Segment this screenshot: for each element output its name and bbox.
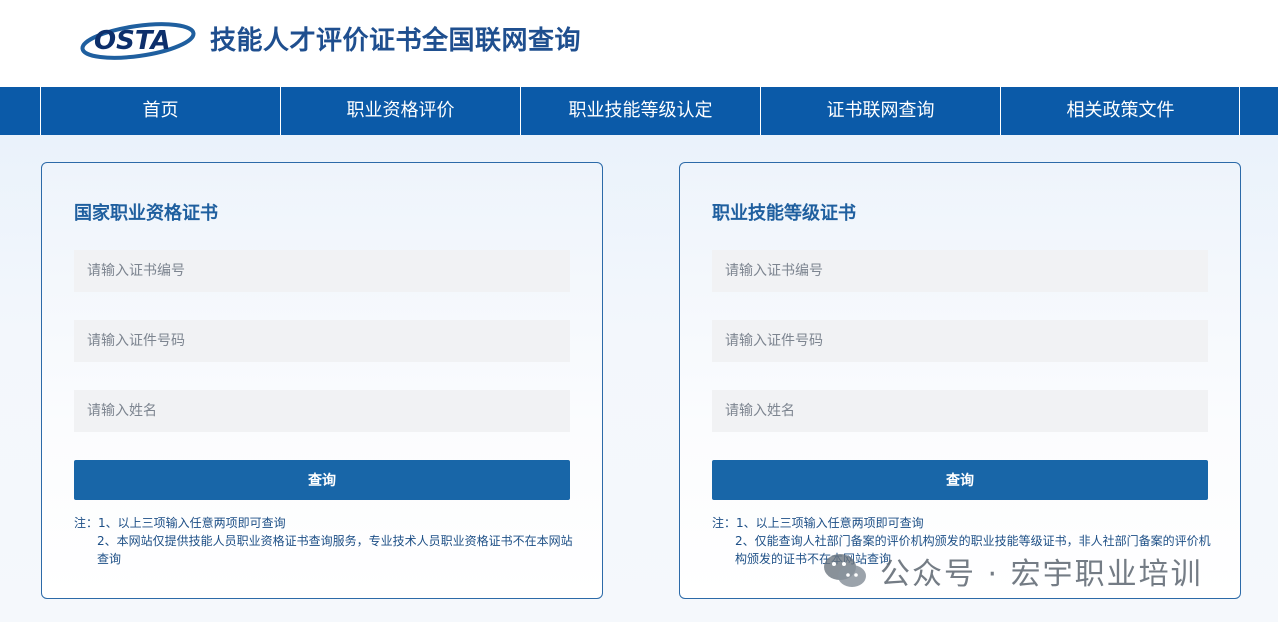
- wechat-watermark: 公众号 · 宏宇职业培训: [822, 548, 1203, 594]
- note-1: 注：1、以上三项输入任意两项即可查询: [712, 516, 924, 530]
- panel-title: 职业技能等级证书: [712, 203, 856, 224]
- nav-item-skill-level-certification[interactable]: 职业技能等级认定: [520, 87, 760, 135]
- query-button[interactable]: 查询: [74, 460, 570, 500]
- qualification-certificate-panel: 国家职业资格证书 查询 注：1、以上三项输入任意两项即可查询 2、本网站仅提供技…: [41, 162, 603, 599]
- nav-item-home[interactable]: 首页: [40, 87, 280, 135]
- note-1: 注：1、以上三项输入任意两项即可查询: [74, 516, 286, 530]
- wechat-icon: [824, 554, 866, 587]
- nav-divider: [1239, 87, 1240, 135]
- nav-item-qualification-evaluation[interactable]: 职业资格评价: [280, 87, 520, 135]
- note-2: 2、本网站仅提供技能人员职业资格证书查询服务，专业技术人员职业资格证书不在本网站…: [97, 534, 573, 566]
- site-title: 技能人才评价证书全国联网查询: [210, 26, 582, 56]
- nav-item-policy-documents[interactable]: 相关政策文件: [1000, 87, 1240, 135]
- site-header: OSTA 技能人才评价证书全国联网查询: [0, 0, 1278, 87]
- watermark-text: 公众号 · 宏宇职业培训: [880, 557, 1203, 592]
- id-number-input[interactable]: [712, 320, 1208, 362]
- certificate-number-input[interactable]: [74, 250, 570, 292]
- query-button[interactable]: 查询: [712, 460, 1208, 500]
- name-input[interactable]: [74, 390, 570, 432]
- nav-item-certificate-query[interactable]: 证书联网查询: [760, 87, 1000, 135]
- osta-logo[interactable]: OSTA: [80, 16, 198, 62]
- notes: 注：1、以上三项输入任意两项即可查询 2、本网站仅提供技能人员职业资格证书查询服…: [74, 514, 574, 568]
- id-number-input[interactable]: [74, 320, 570, 362]
- skill-level-certificate-panel: 职业技能等级证书 查询 注：1、以上三项输入任意两项即可查询 2、仅能查询人社部…: [679, 162, 1241, 599]
- main-nav: 首页 职业资格评价 职业技能等级认定 证书联网查询 相关政策文件: [0, 87, 1278, 135]
- panel-title: 国家职业资格证书: [74, 203, 218, 224]
- svg-text:OSTA: OSTA: [94, 26, 171, 56]
- certificate-number-input[interactable]: [712, 250, 1208, 292]
- name-input[interactable]: [712, 390, 1208, 432]
